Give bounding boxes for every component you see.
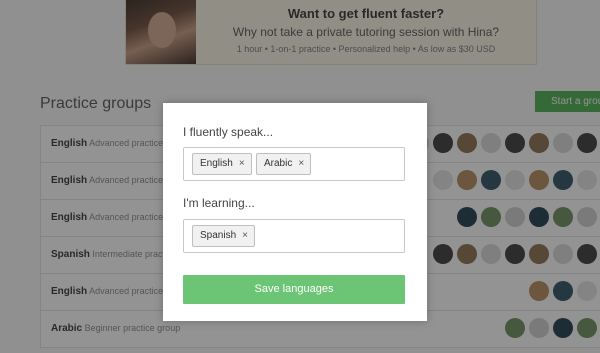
tag-label: English (200, 158, 233, 169)
language-settings-modal: I fluently speak... English × Arabic × I'm… (163, 103, 427, 321)
fluent-languages-input[interactable]: English × Arabic × (183, 147, 405, 181)
learning-languages-input[interactable]: Spanish × (183, 219, 405, 253)
remove-tag-icon[interactable]: × (239, 158, 245, 169)
remove-tag-icon[interactable]: × (242, 230, 248, 241)
tag-label: Spanish (200, 230, 237, 241)
fluent-languages-label: I fluently speak... (183, 125, 274, 139)
language-tag-arabic: Arabic × (256, 153, 312, 175)
learning-languages-label: I'm learning... (183, 196, 255, 210)
save-languages-button[interactable]: Save languages (183, 275, 405, 304)
language-tag-english: English × (192, 153, 252, 175)
language-tag-spanish: Spanish × (192, 225, 255, 247)
remove-tag-icon[interactable]: × (298, 158, 304, 169)
tag-label: Arabic (264, 158, 293, 169)
